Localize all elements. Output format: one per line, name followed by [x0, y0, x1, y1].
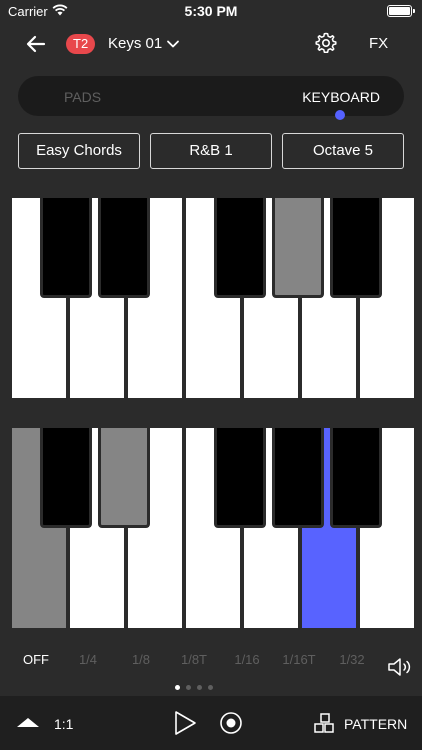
expand-up-icon[interactable] — [16, 716, 40, 728]
play-icon[interactable] — [173, 710, 197, 736]
ratio-label[interactable]: 1:1 — [54, 716, 73, 732]
track-badge[interactable]: T2 — [66, 34, 96, 54]
page-dot-2[interactable] — [186, 685, 191, 690]
pattern-button[interactable]: PATTERN — [344, 716, 407, 732]
page-dot-3[interactable] — [197, 685, 202, 690]
lower-black-key-2[interactable] — [98, 428, 150, 528]
chevron-down-icon[interactable] — [166, 37, 180, 51]
note-repeat-rates: OFF 1/4 1/8 1/8T 1/16 1/16T 1/32 — [0, 648, 422, 672]
status-bar: Carrier 5:30 PM — [0, 0, 422, 22]
speaker-icon[interactable] — [386, 656, 414, 678]
rate-option-1[interactable]: OFF — [16, 652, 56, 667]
upper-black-key-1[interactable] — [40, 198, 92, 298]
selected-tab-indicator — [335, 110, 345, 120]
keyboard-upper — [12, 198, 414, 398]
rate-option-2[interactable]: 1/4 — [68, 652, 108, 667]
upper-black-key-3[interactable] — [214, 198, 266, 298]
rate-option-4[interactable]: 1/8T — [174, 652, 214, 667]
gear-icon[interactable] — [314, 31, 338, 55]
upper-black-key-5[interactable] — [330, 198, 382, 298]
instrument-selector[interactable]: Keys 01 — [108, 35, 162, 52]
top-nav: T2 Keys 01 FX — [0, 26, 422, 62]
rate-option-6[interactable]: 1/16T — [279, 652, 319, 667]
lower-black-key-4[interactable] — [272, 428, 324, 528]
tab-keyboard[interactable]: KEYBOARD — [302, 89, 380, 105]
status-time: 5:30 PM — [184, 3, 238, 19]
mode-segmented-control: PADS KEYBOARD — [18, 76, 404, 116]
rate-option-5[interactable]: 1/16 — [227, 652, 267, 667]
lower-black-key-5[interactable] — [330, 428, 382, 528]
page-dot-4[interactable] — [208, 685, 213, 690]
rate-option-7[interactable]: 1/32 — [332, 652, 372, 667]
pattern-grid-icon[interactable] — [313, 712, 337, 736]
lower-black-key-1[interactable] — [40, 428, 92, 528]
tab-pads[interactable]: PADS — [64, 89, 101, 105]
record-icon[interactable] — [219, 711, 243, 735]
chord-set-button[interactable]: R&B 1 — [150, 133, 272, 169]
battery-icon — [387, 5, 415, 17]
upper-black-key-4[interactable] — [272, 198, 324, 298]
chord-mode-button[interactable]: Easy Chords — [18, 133, 140, 169]
upper-black-key-2[interactable] — [98, 198, 150, 298]
octave-button[interactable]: Octave 5 — [282, 133, 404, 169]
transport-bar: 1:1 PATTERN — [0, 696, 422, 750]
back-arrow-icon[interactable] — [24, 32, 48, 56]
lower-black-key-3[interactable] — [214, 428, 266, 528]
keyboard-lower — [12, 428, 414, 628]
page-dot-1[interactable] — [175, 685, 180, 690]
rate-option-3[interactable]: 1/8 — [121, 652, 161, 667]
fx-button[interactable]: FX — [369, 35, 388, 52]
